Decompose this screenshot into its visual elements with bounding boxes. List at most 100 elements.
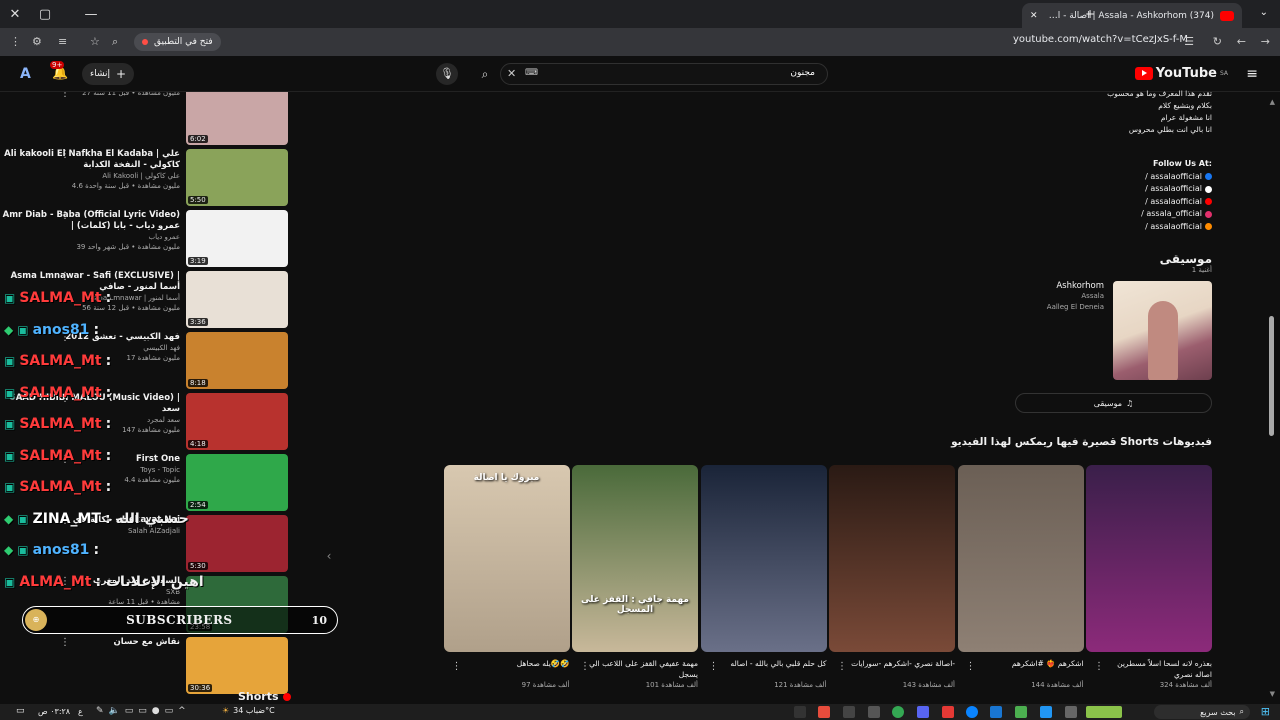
windows-start-icon[interactable]: ⊞ (1261, 705, 1270, 718)
music-song-card[interactable]: Ashkorhom Assala Aalleg El Deneia (952, 281, 1212, 381)
browser-tab[interactable]: ✕ (374) Assala - Ashkorhom | أصالة - اشك… (1022, 3, 1242, 28)
video-thumbnail[interactable]: 4:18 (186, 393, 288, 450)
video-thumbnail[interactable]: 5:50 (186, 149, 288, 206)
url-field[interactable]: youtube.com/watch?v=tCezJxS-f-M (1013, 34, 1188, 45)
extensions-icon[interactable]: ⚙ (32, 35, 42, 48)
weather-widget[interactable]: ☀ ضباب 34°C (222, 706, 275, 715)
edge-icon[interactable] (966, 706, 978, 718)
clear-search-icon[interactable]: ✕ (507, 67, 516, 80)
shorts-thumbnail[interactable] (700, 465, 827, 652)
shorts-thumbnail[interactable] (829, 465, 955, 652)
shorts-thumbnail[interactable]: مبروك يا اصالة (443, 465, 570, 652)
more-actions-icon[interactable]: ⋮ (60, 637, 70, 648)
battery-icon[interactable]: ▭ (138, 706, 147, 716)
search-button-icon[interactable]: ⌕ (472, 63, 498, 85)
scroll-down-arrow-icon[interactable]: ▼ (1270, 690, 1275, 698)
taskbar-app-icon[interactable] (818, 706, 830, 718)
album-cover[interactable] (1113, 281, 1212, 380)
taskbar-clock[interactable]: ٠٣:٢٨ ص (38, 707, 70, 716)
video-title[interactable]: نقاش مع حسان (0, 637, 180, 648)
shorts-caption[interactable]: اصالة نصري -اشكرهم -سورايات- (845, 658, 955, 669)
shorts-card[interactable]: مهمة جافي : القفز على المسجل مهمة عفيفي ا… (572, 465, 698, 695)
taskbar-app-icon[interactable] (794, 706, 806, 718)
taskbar-widget-icon[interactable] (1086, 706, 1122, 718)
shorts-card[interactable]: مبروك يا اصالة يله صحاهل🤣🤣 97 ألف مشاهدة ⋮ (443, 465, 570, 695)
create-button[interactable]: إنشاء + (82, 63, 135, 85)
more-actions-icon[interactable]: ⋮ (580, 661, 590, 672)
video-thumbnail[interactable]: 2:54 (186, 454, 288, 511)
shorts-card[interactable]: بعذره لانه لسحا اسلاً مسطرين اصاله نصري 3… (1086, 465, 1212, 695)
network-icon[interactable]: ▭ (165, 706, 174, 716)
shorts-card[interactable]: اصالة نصري -اشكرهم -سورايات- 143 ألف مشاه… (829, 465, 955, 695)
youtube-logo[interactable]: YouTube SA (1134, 66, 1228, 81)
taskbar-app-icon[interactable] (868, 706, 880, 718)
forward-icon[interactable]: ← (1237, 35, 1246, 48)
shorts-thumbnail[interactable] (1086, 465, 1212, 652)
reading-list-icon[interactable]: ≡ (58, 35, 67, 48)
more-actions-icon[interactable]: ⋮ (1094, 661, 1104, 672)
tray-chevron-icon[interactable]: ^ (178, 706, 186, 716)
chrome-icon[interactable] (892, 706, 904, 718)
video-thumbnail[interactable]: 30:36 (186, 637, 288, 694)
social-link[interactable]: / assalaofficial (1141, 171, 1212, 184)
shorts-caption[interactable]: اشكرهم ❤️‍🔥 #اشكرهم (974, 658, 1084, 669)
zoom-icon[interactable]: ⌕ (112, 35, 118, 49)
more-actions-icon[interactable]: ⋮ (452, 661, 462, 672)
minimize-icon[interactable]: — (76, 0, 106, 28)
related-video-item[interactable]: 30:36 نقاش مع حسان ⋮ (8, 637, 294, 695)
more-actions-icon[interactable]: ⋮ (837, 661, 847, 672)
social-link[interactable]: / assala_official (1141, 208, 1212, 221)
video-thumbnail[interactable]: 3:19 (186, 210, 288, 267)
social-link[interactable]: / assalaofficial (1141, 221, 1212, 234)
taskbar-app-icon[interactable] (1015, 706, 1027, 718)
video-channel[interactable]: عمرو دياب (0, 232, 180, 242)
notification-center-icon[interactable]: ▭ (16, 706, 25, 716)
more-actions-icon[interactable]: ⋮ (60, 92, 70, 99)
video-thumbnail[interactable]: 8:18 (186, 332, 288, 389)
shorts-caption[interactable]: يله صحاهل🤣🤣 (460, 658, 570, 669)
music-button[interactable]: موسيقى ♫ (1015, 393, 1212, 413)
shorts-card[interactable]: كل حلم قلبي بالي بالله - اصاله 121 ألف مش… (700, 465, 827, 695)
video-channel[interactable]: Ali Kakooli | علي كاكولي (0, 171, 180, 181)
taskbar-app-icon[interactable] (990, 706, 1002, 718)
close-window-icon[interactable]: ✕ (0, 0, 30, 28)
related-video-item[interactable]: 6:02 27 مليون مشاهدة • قبل 11 سنة ⋮ (8, 92, 294, 146)
new-tab-icon[interactable]: + (1085, 7, 1095, 21)
input-language[interactable]: ع (78, 707, 83, 716)
keyboard-icon[interactable]: ⌨ (525, 68, 538, 78)
bookmark-star-icon[interactable]: ☆ (90, 35, 100, 48)
shorts-thumbnail[interactable] (957, 465, 1084, 652)
more-actions-icon[interactable]: ⋮ (709, 661, 719, 672)
page-scrollbar[interactable] (1269, 316, 1274, 436)
shorts-caption[interactable]: مهمة عفيفي القفز على اللاعب الي يسجل (588, 658, 698, 680)
task-view-icon[interactable] (1065, 706, 1077, 718)
more-actions-icon[interactable]: ⋮ (60, 210, 70, 221)
more-menu-icon[interactable]: ⋮ (10, 35, 21, 48)
taskbar-app-icon[interactable] (843, 706, 855, 718)
site-settings-icon[interactable]: ☰ (1184, 35, 1194, 48)
voice-search-mic-icon[interactable]: 🎙 (436, 63, 458, 85)
shelf-prev-arrow-icon[interactable]: ‹ (320, 547, 338, 565)
shorts-sidebar-label[interactable]: Shorts (238, 690, 291, 703)
taskbar-app-icon[interactable] (1040, 706, 1052, 718)
video-thumbnail[interactable]: 3:36 (186, 271, 288, 328)
related-video-item[interactable]: 5:50 Ali kakooli El Nafkha El Kadaba | عل… (4, 149, 294, 207)
more-actions-icon[interactable]: ⋮ (966, 661, 976, 672)
discord-icon[interactable] (917, 706, 929, 718)
social-link[interactable]: / assalaofficial (1141, 196, 1212, 209)
reload-icon[interactable]: ↻ (1213, 35, 1222, 48)
video-title[interactable]: Amr Diab - Baba (Official Lyric Video) |… (0, 210, 180, 232)
search-input[interactable]: ✕ ⌨ مجنون (500, 63, 828, 85)
tab-list-chevron-icon[interactable]: ⌄ (1260, 7, 1268, 18)
volume-icon[interactable]: 🔈 (109, 706, 120, 716)
shorts-caption[interactable]: بعذره لانه لسحا اسلاً مسطرين اصاله نصري (1102, 658, 1212, 680)
taskbar-search[interactable]: بحث سريع ⌕ (1154, 705, 1250, 719)
shorts-caption[interactable]: كل حلم قلبي بالي بالله - اصاله (717, 658, 826, 669)
more-actions-icon[interactable]: ⋮ (60, 149, 70, 160)
shorts-card[interactable]: اشكرهم ❤️‍🔥 #اشكرهم 144 ألف مشاهدة ⋮ (957, 465, 1084, 695)
video-thumbnail[interactable]: 6:02 (186, 92, 288, 145)
social-link[interactable]: / assalaofficial (1141, 183, 1212, 196)
shorts-thumbnail[interactable]: مهمة جافي : القفز على المسجل (572, 465, 698, 652)
maximize-icon[interactable]: ▢ (30, 0, 60, 28)
display-icon[interactable]: ▭ (125, 706, 134, 716)
